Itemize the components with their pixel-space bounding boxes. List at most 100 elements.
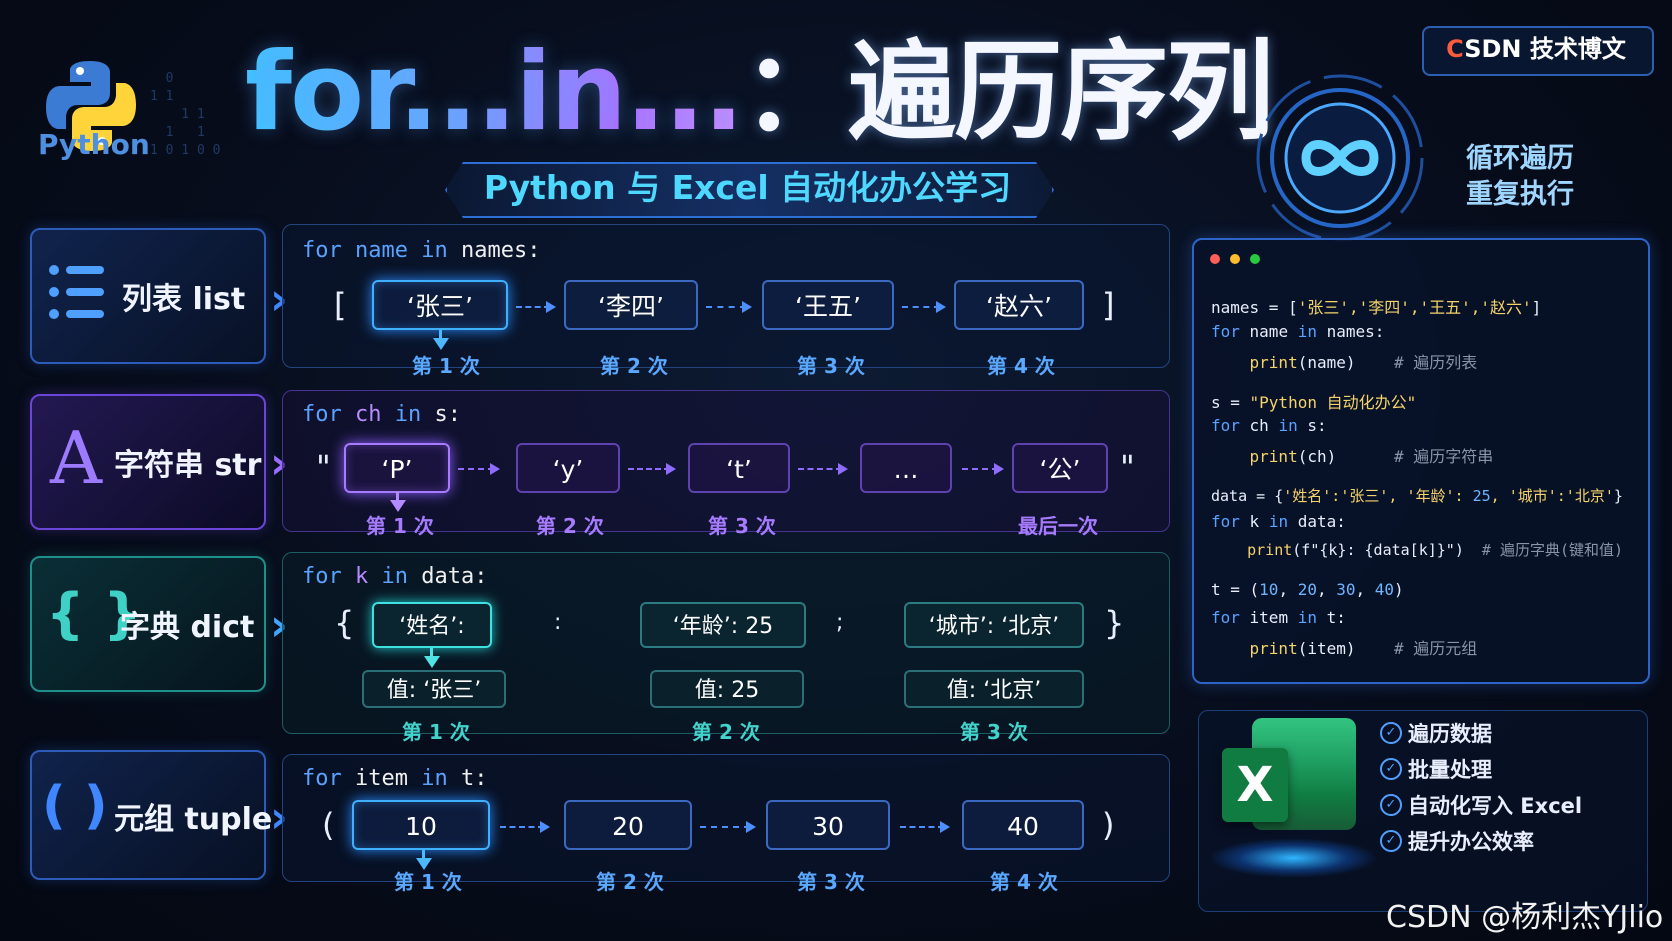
code-line-8: for k in data: [1211,512,1346,531]
arrow-right-icon [962,463,1004,475]
code-line-11: for item in t: [1211,608,1346,627]
loop-var: k [355,564,369,589]
dict-value-1: 值: ‘张三’ [362,670,506,708]
arrow-right-icon [516,301,556,313]
code-keyword: for [1211,322,1240,341]
str-char-3: ‘t’ [688,443,790,493]
str-char-last: ‘公’ [1012,443,1108,493]
list-count-3: 第 3 次 [797,354,865,378]
code-token: name [1239,322,1298,341]
code-token: names = [ [1211,298,1298,317]
kw-in: in [381,564,409,589]
code-token: , [1316,580,1337,599]
kw-for: for [302,402,342,427]
dict-key-2: ‘年龄’: 25 [640,602,806,648]
code-str-loop: for ch in s: [302,402,461,427]
loop-var: item [355,766,408,791]
loop-seq: data: [421,564,488,589]
arrow-right-icon [706,301,752,313]
list-icon [49,265,104,319]
code-function: print [1211,353,1298,372]
code-line-5: for ch in s: [1211,416,1327,435]
csdn-badge-label: SDN 技术博文 [1464,35,1626,63]
dict-close-brace: } [1104,604,1125,642]
dict-open-brace: { [334,604,355,642]
dict-key-1: ‘姓名’: [372,602,492,648]
list-item-2: ‘李四’ [564,280,698,330]
dict-key-3: ‘城市’: ‘北京’ [904,602,1084,648]
tuple-item-2: 20 [564,800,692,850]
code-line-6: print(ch) # 遍历字符串 [1211,443,1494,467]
code-token: , [1278,580,1298,599]
loop-caption-2: 重复执行 [1466,179,1574,210]
list-item-1: ‘张三’ [372,280,508,330]
code-token: k [1239,512,1269,531]
str-letter-icon: A [50,416,102,500]
code-line-2: for name in names: [1211,322,1384,341]
tuple-item-1: 10 [352,800,490,850]
dict-value-2: 值: 25 [650,670,804,708]
arrow-right-icon [900,821,950,833]
tuple-count-4: 第 4 次 [990,870,1058,894]
code-token: t: [1316,608,1346,627]
watermark: CSDN @杨利杰YJlio [1386,900,1664,935]
check-icon: ✓ [1380,794,1402,816]
dict-separator: : [554,610,562,635]
code-line-4: s = "Python 自动化办公" [1211,389,1416,413]
code-token: ) [1394,580,1404,599]
code-tuple-loop: for item in t: [302,766,487,791]
tuple-item-4: 40 [962,800,1084,850]
code-number: 25 [1472,487,1491,505]
infinity-loop-icon [1256,74,1424,242]
tuple-open-paren: ( [322,806,335,844]
code-token: ] [1531,298,1542,317]
title-traverse: ：遍历序列 [742,30,1274,155]
code-comment: # 遍历元组 [1355,639,1478,658]
code-line-7: data = {'姓名':'张三', '年龄': 25, '城市':'北京'} [1211,485,1623,506]
code-token: item [1239,608,1298,627]
code-number: 20 [1297,580,1317,599]
code-comment: # 遍历字符串 [1336,447,1494,466]
check-icon: ✓ [1380,722,1402,744]
dict-separator: ; [836,610,844,635]
loop-seq: names: [460,238,541,263]
window-maximize-dot [1250,254,1260,264]
str-count-1: 第 1 次 [366,514,434,538]
code-token: s: [1297,416,1327,435]
code-token: (f"{k}: {data[k]}") [1292,541,1464,559]
arrow-right-icon [628,463,676,475]
check-icon: ✓ [1380,830,1402,852]
code-token: data = { [1211,487,1284,505]
dict-count-1: 第 1 次 [402,720,470,744]
category-label-list: 列表 list [122,282,246,317]
code-function: print [1211,541,1293,559]
code-token: names: [1316,322,1385,341]
str-count-last: 最后一次 [1018,514,1098,538]
code-number: 10 [1259,580,1279,599]
feature-item-1: 遍历数据 [1408,722,1492,746]
loop-seq: t: [460,766,488,791]
arrow-down-icon [424,656,440,668]
code-string: "Python 自动化办公" [1249,393,1417,412]
code-line-9: print(f"{k}: {data[k]}") # 遍历字典(键和值) [1211,539,1623,560]
title-for-in: for...in... [245,30,744,155]
list-item-3: ‘王五’ [762,280,894,330]
code-token: (ch) [1297,447,1337,466]
str-count-3: 第 3 次 [708,514,776,538]
parentheses-icon: ( ) [42,776,108,836]
code-list-loop: for name in names: [302,238,540,263]
tuple-count-2: 第 2 次 [596,870,664,894]
code-comment: # 遍历字典(键和值) [1463,541,1624,559]
arrow-right-icon [458,463,500,475]
code-string: '张三','李四','王五','赵六' [1297,298,1532,317]
check-icon: ✓ [1380,758,1402,780]
csdn-c-letter: C [1446,35,1465,63]
binary-decoration: 0 1 1 1 1 1 1 1 0 1 0 0 [150,71,221,158]
list-count-4: 第 4 次 [987,354,1055,378]
list-count-2: 第 2 次 [600,354,668,378]
window-minimize-dot [1230,254,1240,264]
excel-icon: X [1222,748,1288,822]
dict-value-3: 值: ‘北京’ [904,670,1084,708]
loop-seq: s: [434,402,462,427]
list-open-bracket: [ [334,286,347,324]
